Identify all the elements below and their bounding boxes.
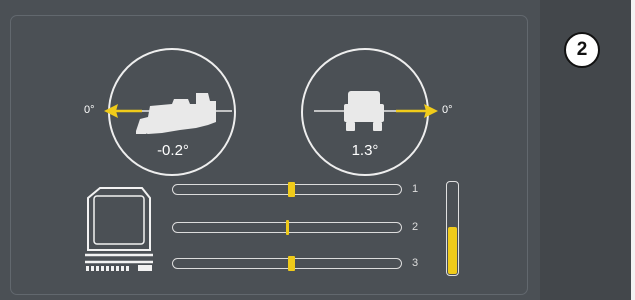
level-bar xyxy=(446,181,459,276)
sensor-marker-1 xyxy=(288,182,295,197)
machine-track-icon xyxy=(86,265,152,271)
sensor-slot-3 xyxy=(172,256,402,271)
sensor-marker-3 xyxy=(288,256,295,271)
sensor-number-2: 2 xyxy=(412,221,419,233)
sensor-slot-1 xyxy=(172,182,402,197)
screen-edge xyxy=(631,0,635,300)
level-fill xyxy=(448,227,457,274)
machine-front-graphics xyxy=(85,187,153,271)
machine-front-icon xyxy=(85,187,153,264)
sensor-marker-2 xyxy=(286,220,289,235)
sensor-slot-2 xyxy=(172,220,402,235)
sensor-number-3: 3 xyxy=(412,257,419,269)
sensor-number-1: 1 xyxy=(412,183,419,195)
tilt-screen: 2 0° -0.2° 0° 1.3° 1 2 3 xyxy=(0,0,631,300)
